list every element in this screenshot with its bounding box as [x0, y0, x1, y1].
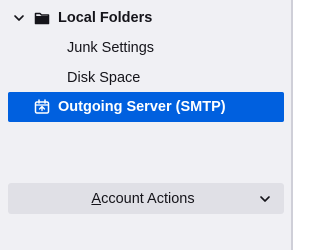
tree-item-junk-settings[interactable]: Junk Settings	[0, 33, 291, 63]
tree-item-disk-space[interactable]: Disk Space	[0, 63, 291, 93]
chevron-down-icon	[259, 193, 271, 205]
account-tree-panel: Local Folders Junk Settings Disk Space O…	[0, 0, 291, 250]
tree-item-label: Local Folders	[58, 10, 153, 26]
tree-item-label: Outgoing Server (SMTP)	[58, 99, 226, 115]
tree-item-label: Junk Settings	[67, 40, 155, 56]
accesskey-letter: A	[91, 190, 102, 207]
account-actions-label: Account Actions	[91, 191, 194, 207]
chevron-down-icon[interactable]	[13, 12, 25, 24]
outgoing-server-icon	[34, 99, 50, 115]
tree-item-outgoing-server[interactable]: Outgoing Server (SMTP)	[8, 92, 284, 122]
tree-item-label: Disk Space	[67, 70, 141, 86]
tree-item-local-folders[interactable]: Local Folders	[0, 3, 291, 33]
account-actions-button[interactable]: Account Actions	[8, 183, 284, 214]
folder-icon	[34, 11, 50, 25]
account-actions-label-rest: ccount Actions	[101, 190, 195, 207]
panel-divider[interactable]	[291, 0, 293, 250]
